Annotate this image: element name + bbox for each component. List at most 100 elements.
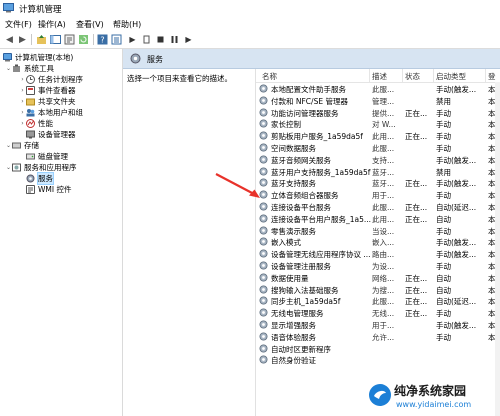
table-row[interactable]: 功能访问管理器服务 提供... 正在... 手动本 <box>256 107 500 119</box>
table-row[interactable]: 蓝牙音频网关服务 支持... 手动(触发... 本 <box>256 154 500 166</box>
menu-view[interactable]: 查看(V) <box>76 19 104 30</box>
navigation-tree: 计算机管理(本地) ⌄ 系统工具 › 任务计划程序 › 事件查看器 › 共享文件… <box>0 49 123 416</box>
table-row[interactable]: 本地配置文件助手服务 此服... 手动(触发... 本 <box>256 83 500 95</box>
service-name: 空间数据服务 <box>271 144 316 153</box>
collapse-icon[interactable]: ⌄ <box>5 65 12 72</box>
service-description: 此用... <box>372 132 395 142</box>
table-row[interactable]: 自动时区更新程序 <box>256 343 500 355</box>
tree-item-performance[interactable]: › 性能 <box>19 118 53 129</box>
table-row[interactable]: 蓝牙用户支持服务_1a59da5f 蓝牙... 禁用本 <box>256 166 500 178</box>
description-prompt: 选择一个项目来查看它的描述。 <box>127 74 232 83</box>
table-row[interactable]: 家长控制对 W... 手动本 <box>256 118 500 130</box>
pause-service-icon[interactable] <box>141 34 152 45</box>
service-description: 用于... <box>372 191 395 201</box>
refresh-icon[interactable] <box>78 34 89 45</box>
table-row[interactable]: 连接设备平台用户服务_1a5... 此用... 正在... 自动本 <box>256 213 500 225</box>
table-row[interactable]: 立体音频组合器服务 用于... 手动本 <box>256 189 500 201</box>
collapse-icon[interactable]: ⌄ <box>5 142 12 149</box>
tree-item-task-scheduler[interactable]: › 任务计划程序 <box>19 74 83 85</box>
tree-item-shared-folders[interactable]: › 共享文件夹 <box>19 96 75 107</box>
menu-file[interactable]: 文件(F) <box>5 19 32 30</box>
tree-item-system-tools[interactable]: ⌄ 系统工具 <box>5 63 54 74</box>
pause-icon[interactable] <box>169 34 180 45</box>
expand-icon[interactable]: › <box>19 109 26 116</box>
table-row[interactable]: 数据使用量 网络... 正在... 自动本 <box>256 272 500 284</box>
service-start-type: 手动 <box>436 191 451 201</box>
tree-item-disk-management[interactable]: 磁盘管理 <box>26 151 68 162</box>
tree-item-local-users[interactable]: › 本地用户和组 <box>19 107 83 118</box>
table-row[interactable]: 语音体验服务 允许... 手动本 <box>256 331 500 343</box>
service-start-type: 手动(触发... <box>436 321 477 330</box>
table-row[interactable]: 嵌入模式 嵌入... 手动(触发... 本 <box>256 236 500 248</box>
table-row[interactable]: 自然身份验证 <box>256 354 500 366</box>
table-row[interactable]: 零售演示服务 当设... 手动本 <box>256 225 500 237</box>
tree-label: 服务 <box>37 172 54 185</box>
column-desc[interactable]: 描述 <box>372 71 387 82</box>
service-gear-icon <box>259 273 268 282</box>
service-name: 蓝牙音频网关服务 <box>271 155 331 165</box>
expand-icon[interactable]: › <box>19 76 26 83</box>
tree-label: 任务计划程序 <box>38 75 83 84</box>
table-row[interactable]: 连接设备平台服务 此服... 正在... 自动(延迟... 本 <box>256 201 500 213</box>
stop-service-icon[interactable] <box>155 34 166 45</box>
table-row[interactable]: 设备管理无线应用程序协议 ... 路由... 手动(触发... 本 <box>256 248 500 260</box>
service-start-type: 手动(触发... <box>436 250 477 260</box>
tree-item-wmi[interactable]: WMI 控件 <box>26 184 71 195</box>
tree-item-services-apps[interactable]: ⌄ 服务和应用程序 <box>5 162 77 173</box>
service-gear-icon <box>259 226 268 235</box>
collapse-icon[interactable]: ⌄ <box>5 164 12 171</box>
column-status[interactable]: 状态 <box>405 71 420 82</box>
menu-help[interactable]: 帮助(H) <box>113 19 141 30</box>
service-start-type: 手动(触发... <box>436 179 477 189</box>
back-arrow-icon[interactable]: ◀ <box>4 34 15 45</box>
tree-label: 性能 <box>38 119 53 128</box>
table-row[interactable]: 搜狗输入法基础服务 为搜... 正在... 自动本 <box>256 284 500 296</box>
service-name: 搜狗输入法基础服务 <box>271 285 339 295</box>
service-description: 蓝牙... <box>372 167 395 177</box>
tree-item-storage[interactable]: ⌄ 存储 <box>5 140 39 151</box>
table-row[interactable]: 空间数据服务 此服... 手动本 <box>256 142 500 154</box>
help-icon[interactable]: ? <box>97 34 108 45</box>
menu-action[interactable]: 操作(A) <box>38 19 66 30</box>
forward-arrow-icon[interactable]: ▶ <box>17 34 28 45</box>
properties-icon[interactable] <box>64 34 75 45</box>
column-name[interactable]: 名称 <box>262 71 277 82</box>
service-gear-icon <box>259 249 268 258</box>
table-row[interactable]: 设备管理注册服务 为设... 手动本 <box>256 260 500 272</box>
service-start-type: 手动(触发... <box>436 85 477 94</box>
service-name: 无线电管理服务 <box>271 309 324 319</box>
tree-item-services[interactable]: 服务 <box>26 172 54 185</box>
service-status: 正在... <box>405 273 428 283</box>
computer-management-icon <box>3 3 14 13</box>
expand-icon[interactable]: › <box>19 87 26 94</box>
tree-item-root[interactable]: 计算机管理(本地) <box>3 52 73 63</box>
export-list-icon[interactable] <box>111 34 122 45</box>
watermark-logo-icon <box>369 384 391 406</box>
column-start-type[interactable]: 启动类型 <box>436 71 466 82</box>
service-start-type: 手动(触发... <box>436 155 477 165</box>
service-gear-icon <box>259 237 268 246</box>
table-row[interactable]: 无线电管理服务 无线... 正在... 手动本 <box>256 307 500 319</box>
show-hide-tree-icon[interactable] <box>50 34 61 45</box>
up-folder-icon[interactable] <box>36 34 47 45</box>
tree-label: 事件查看器 <box>38 86 76 95</box>
start-service-icon[interactable]: ▶ <box>127 34 138 45</box>
tree-item-device-manager[interactable]: 设备管理器 <box>26 129 76 140</box>
tree-item-event-viewer[interactable]: › 事件查看器 <box>19 85 76 96</box>
vertical-scrollbar[interactable] <box>495 82 500 416</box>
column-logon[interactable]: 登 <box>488 71 496 82</box>
table-row[interactable]: 显示增强服务 用于... 手动(触发... 本 <box>256 319 500 331</box>
expand-icon[interactable]: › <box>19 98 26 105</box>
restart-service-icon[interactable]: ▶ <box>183 34 194 45</box>
expand-icon[interactable]: › <box>19 120 26 127</box>
table-row[interactable]: 付款和 NFC/SE 管理器 管理... 禁用本 <box>256 95 500 107</box>
window-title: 计算机管理 <box>19 5 62 15</box>
service-start-type: 手动 <box>436 144 451 153</box>
service-status: 正在... <box>405 214 428 224</box>
table-row[interactable]: 同步主机_1a59da5f 此服... 正在... 自动(延迟... 本 <box>256 295 500 307</box>
service-start-type: 禁用 <box>436 167 451 177</box>
table-row[interactable]: 剪贴板用户服务_1a59da5f 此用... 正在... 手动本 <box>256 130 500 142</box>
service-start-type: 自动 <box>436 214 451 224</box>
table-row[interactable]: 蓝牙支持服务 蓝牙... 正在... 手动(触发... 本 <box>256 177 500 189</box>
service-gear-icon <box>259 143 268 152</box>
